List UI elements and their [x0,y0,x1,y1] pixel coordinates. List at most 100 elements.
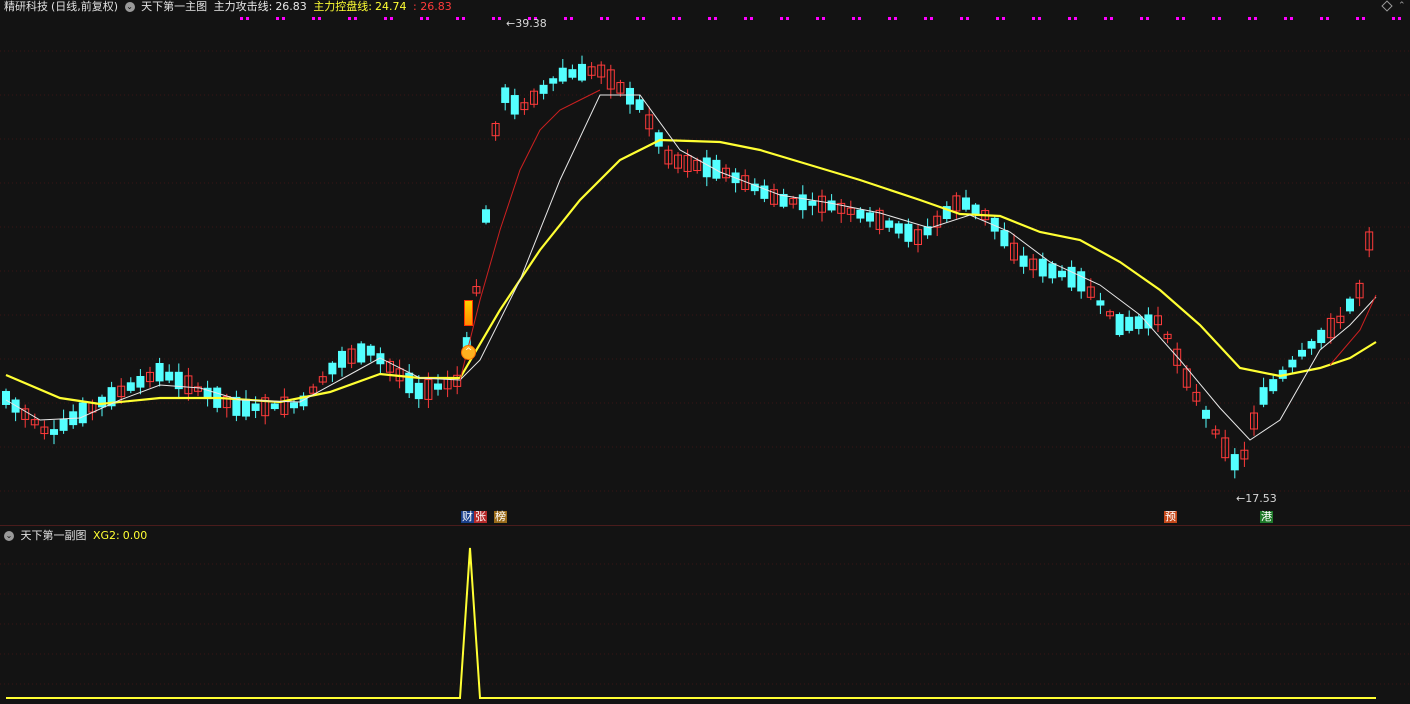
sub-header: ⌄ 天下第一副图 XG2: 0.00 [4,529,150,542]
signal-dot [1248,17,1251,20]
control-line-ma [5,138,1377,406]
candle-down [1048,263,1057,279]
chevron-down-icon[interactable]: ⌄ [4,531,14,541]
stock-name: 精研科技 [4,0,48,13]
candle-down [866,212,874,222]
candlestick-chart[interactable] [0,0,1410,524]
candle-down [78,402,87,424]
signal-dot [930,17,933,20]
candle-down [1288,359,1297,368]
signal-dot [672,17,675,20]
candle-down [270,403,279,410]
signal-dot [786,17,789,20]
signal-dot [1320,17,1323,20]
signal-dot [1218,17,1221,20]
candle-down [414,382,423,400]
xg2-line [6,547,1376,699]
candle-down [885,220,894,228]
main-chart-panel[interactable]: 精研科技 (日线,前复权) ⌄ 天下第一主图 主力攻击线: 26.83 主力控盘线:… [0,0,1410,524]
signal-dot [1074,17,1077,20]
xg2-label: XG2: [93,529,120,542]
attack-line-label: 主力攻击线: [213,0,273,13]
candle-down [126,382,135,391]
candle-down [712,159,721,179]
signal-dot [384,17,387,20]
candle-down [962,197,970,210]
signal-dot [606,17,609,20]
marker-yu[interactable]: 预 [1164,511,1177,523]
candle-down [501,87,510,103]
candle-down [482,209,490,223]
xg2-indicator-chart[interactable] [0,526,1410,704]
candle-down [808,200,817,206]
signal-dot [600,17,603,20]
candle-down [856,209,865,219]
chevron-up-icon[interactable]: ⌃ [1398,1,1406,11]
candle-down [578,63,586,81]
candle-down [1307,341,1316,349]
sub-indicator-name[interactable]: 天下第一副图 [21,529,87,542]
signal-dot [426,17,429,20]
signal-dot [1032,17,1035,20]
signal-dot [246,17,249,20]
signal-dot [456,17,459,20]
high-price-label: ←39.38 [506,17,547,30]
buy-signal-icon[interactable]: ^ [461,345,476,360]
candle-down [1038,258,1047,277]
candle-down [328,362,337,375]
candle-down [366,345,375,356]
candle-down [635,99,644,110]
candle-down [894,223,903,234]
xg2-value: 0.00 [122,529,148,542]
signal-dot [1290,17,1293,20]
candle-down [827,200,836,211]
marker-bang[interactable]: 榜 [494,511,507,523]
candle-down [290,402,298,409]
marker-cai[interactable]: 财 [461,511,474,523]
signal-dot [420,17,423,20]
signal-dot [282,17,285,20]
signal-dot [744,17,747,20]
signal-dot [276,17,279,20]
candle-down [59,418,68,431]
signal-dot [894,17,897,20]
signal-dot [1140,17,1143,20]
sub-chart-panel[interactable]: ⌄ 天下第一副图 XG2: 0.00 [0,525,1410,704]
control-line-value: 24.74 [375,0,407,13]
low-price-label: ←17.53 [1236,492,1277,505]
candle-down [1096,300,1105,306]
signal-dot [678,17,681,20]
signal-dot [1398,17,1401,20]
indicator-name[interactable]: 天下第一主图 [141,0,207,13]
candle-down [1000,230,1009,247]
control-line-label: 主力控盘线: [313,0,373,13]
signal-dot [822,17,825,20]
candle-down [1259,387,1268,405]
signal-dot [966,17,969,20]
signal-dot [1254,17,1257,20]
candle-down [626,87,634,105]
signal-dot [570,17,573,20]
candle-down [155,362,164,382]
period-label: (日线,前复权) [51,0,119,13]
candle-down [904,223,913,242]
candle-down [1115,314,1124,336]
candle-down [165,371,174,381]
candle-down [1077,271,1086,292]
signal-dot [1068,17,1071,20]
signal-dot [1356,17,1359,20]
signal-dot [750,17,753,20]
marker-gang[interactable]: 港 [1260,511,1273,523]
marker-zhang[interactable]: 张 [474,511,487,523]
signal-dot [498,17,501,20]
signal-dot [348,17,351,20]
chevron-down-icon[interactable]: ⌄ [124,2,135,12]
candle-down [1298,349,1306,357]
candle-down [357,343,366,363]
candle-down [1317,329,1326,344]
candle-down [798,194,807,211]
signal-dot [636,17,639,20]
signal-dot [1182,17,1185,20]
signal-dot [1284,17,1287,20]
signal-dot [858,17,861,20]
